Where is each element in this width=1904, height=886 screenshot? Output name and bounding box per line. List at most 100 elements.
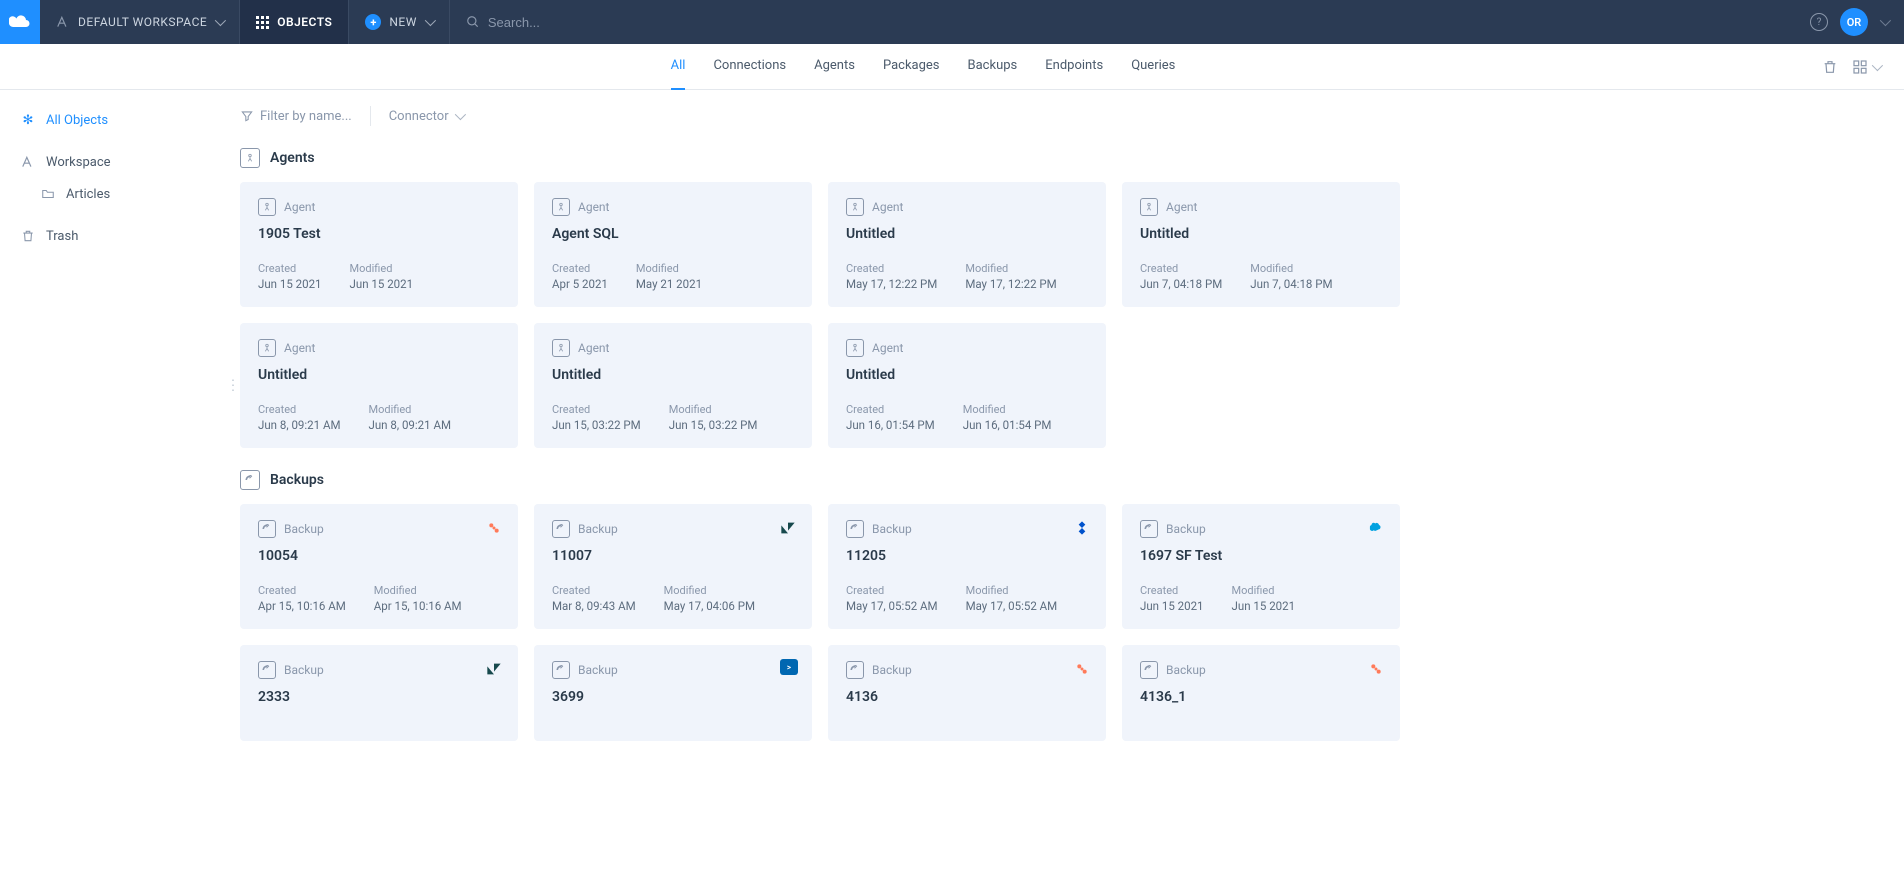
connector-salesforce-icon — [1366, 518, 1386, 538]
card-type-label: Agent — [1166, 200, 1197, 214]
agent-card[interactable]: ⋮ Agent Untitled Created Jun 8, 09:21 AM… — [240, 323, 518, 448]
help-icon[interactable]: ? — [1810, 13, 1828, 31]
card-meta: Created Apr 15, 10:16 AM Modified Apr 15… — [258, 584, 500, 613]
card-title: 11007 — [552, 548, 794, 564]
backup-card[interactable]: Backup 10054 Created Apr 15, 10:16 AM Mo… — [240, 504, 518, 629]
search-input[interactable] — [488, 15, 688, 30]
card-type-label: Agent — [284, 341, 315, 355]
tab-agents[interactable]: Agents — [814, 44, 855, 90]
card-type-label: Backup — [284, 663, 324, 677]
backup-card[interactable]: Backup 11007 Created Mar 8, 09:43 AM Mod… — [534, 504, 812, 629]
main-content: Filter by name... Connector Agents Agent… — [240, 90, 1904, 803]
card-type-label: Backup — [284, 522, 324, 536]
tab-endpoints[interactable]: Endpoints — [1045, 44, 1103, 90]
nav-new[interactable]: + NEW — [349, 0, 450, 44]
modified-label: Modified — [1232, 584, 1296, 597]
avatar[interactable]: OR — [1840, 8, 1868, 36]
card-type: Backup — [552, 661, 794, 679]
group-header: Backups — [240, 470, 1880, 490]
backup-icon — [258, 661, 276, 679]
workspace-icon — [20, 154, 36, 170]
group-label: Backups — [270, 472, 324, 488]
trash-icon — [1822, 59, 1838, 75]
filter-label: Connector — [389, 109, 449, 124]
created-label: Created — [258, 584, 346, 597]
topbar-right: ? OR — [1794, 8, 1904, 36]
sidebar-item-trash[interactable]: Trash — [12, 222, 228, 250]
tab-queries[interactable]: Queries — [1131, 44, 1175, 90]
connector-hubspot-icon — [1366, 659, 1386, 679]
card-title: Untitled — [846, 226, 1088, 242]
sidebar-item-articles[interactable]: Articles — [12, 180, 228, 208]
card-type: Backup — [258, 661, 500, 679]
sidebar-item-label: Articles — [66, 187, 110, 202]
card-meta: Created Jun 16, 01:54 PM Modified Jun 16… — [846, 403, 1088, 432]
backup-icon — [258, 520, 276, 538]
filter-connector[interactable]: Connector — [389, 109, 463, 124]
workspace-dropdown[interactable]: DEFAULT WORKSPACE — [40, 0, 240, 44]
card-grid: Agent 1905 Test Created Jun 15 2021 Modi… — [240, 182, 1880, 448]
plus-icon: + — [365, 14, 381, 30]
card-type-label: Agent — [872, 200, 903, 214]
card-title: Agent SQL — [552, 226, 794, 242]
backup-icon — [846, 520, 864, 538]
modified-value: Apr 15, 10:16 AM — [374, 599, 462, 613]
sidebar-item-workspace[interactable]: Workspace — [12, 148, 228, 176]
grid-icon — [1852, 59, 1868, 75]
filters: Filter by name... Connector — [240, 98, 1880, 140]
tab-packages[interactable]: Packages — [883, 44, 940, 90]
agent-card[interactable]: Agent Agent SQL Created Apr 5 2021 Modif… — [534, 182, 812, 307]
subnav: All Connections Agents Packages Backups Endpo… — [0, 44, 1904, 90]
card-meta: Created Jun 7, 04:18 PM Modified Jun 7, … — [1140, 262, 1382, 291]
folder-icon — [40, 186, 56, 202]
tab-all[interactable]: All — [671, 44, 686, 90]
agent-card[interactable]: Agent Untitled Created Jun 16, 01:54 PM … — [828, 323, 1106, 448]
trash-button[interactable] — [1822, 59, 1838, 75]
card-title: 1905 Test — [258, 226, 500, 242]
modified-label: Modified — [966, 584, 1058, 597]
backup-card[interactable]: > Backup 3699 — [534, 645, 812, 741]
modified-label: Modified — [636, 262, 702, 275]
card-type: Agent — [552, 339, 794, 357]
created-label: Created — [258, 262, 322, 275]
card-type: Agent — [258, 198, 500, 216]
card-type: Backup — [1140, 661, 1382, 679]
agent-card[interactable]: Agent Untitled Created Jun 7, 04:18 PM M… — [1122, 182, 1400, 307]
tab-backups[interactable]: Backups — [968, 44, 1018, 90]
backup-icon — [846, 661, 864, 679]
agent-card[interactable]: Agent Untitled Created May 17, 12:22 PM … — [828, 182, 1106, 307]
modified-value: May 17, 04:06 PM — [664, 599, 755, 613]
apps-icon — [256, 16, 269, 29]
card-meta: Created Apr 5 2021 Modified May 21 2021 — [552, 262, 794, 291]
backup-icon — [1140, 661, 1158, 679]
objects-label: OBJECTS — [277, 15, 332, 29]
tab-connections[interactable]: Connections — [713, 44, 786, 90]
backup-card[interactable]: Backup 4136_1 — [1122, 645, 1400, 741]
backup-card[interactable]: Backup 1697 SF Test Created Jun 15 2021 … — [1122, 504, 1400, 629]
card-title: Untitled — [258, 367, 500, 383]
card-type-label: Backup — [872, 663, 912, 677]
backup-card[interactable]: Backup 11205 Created May 17, 05:52 AM Mo… — [828, 504, 1106, 629]
nav-objects[interactable]: OBJECTS — [240, 0, 349, 44]
card-title: 3699 — [552, 689, 794, 705]
agent-card[interactable]: Agent Untitled Created Jun 15, 03:22 PM … — [534, 323, 812, 448]
sidebar-item-all-objects[interactable]: ✻ All Objects — [12, 106, 228, 134]
filter-by-name[interactable]: Filter by name... — [240, 109, 352, 124]
view-toggle[interactable] — [1852, 59, 1880, 75]
card-meta: Created May 17, 05:52 AM Modified May 17… — [846, 584, 1088, 613]
card-title: 2333 — [258, 689, 500, 705]
workspace-label: DEFAULT WORKSPACE — [78, 15, 207, 29]
backup-icon — [240, 470, 260, 490]
all-objects-icon: ✻ — [20, 112, 36, 128]
search-box — [450, 0, 1794, 44]
agent-icon — [258, 198, 276, 216]
app-logo[interactable] — [0, 0, 40, 44]
connector-jira-icon — [1072, 518, 1092, 538]
backup-card[interactable]: Backup 2333 — [240, 645, 518, 741]
chevron-down-icon[interactable] — [1880, 15, 1891, 26]
modified-value: May 17, 12:22 PM — [965, 277, 1056, 291]
drag-handle[interactable]: ⋮ — [226, 384, 240, 387]
agent-card[interactable]: Agent 1905 Test Created Jun 15 2021 Modi… — [240, 182, 518, 307]
backup-card[interactable]: Backup 4136 — [828, 645, 1106, 741]
group-header: Agents — [240, 148, 1880, 168]
